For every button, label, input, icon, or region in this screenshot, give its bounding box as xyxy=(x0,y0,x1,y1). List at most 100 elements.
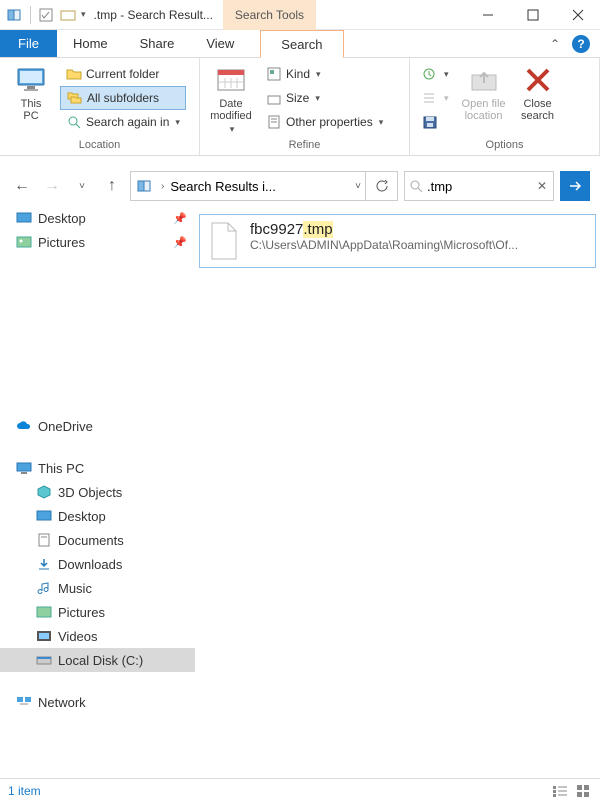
cube-icon xyxy=(36,484,52,500)
qat-newfolder-icon[interactable] xyxy=(59,6,77,24)
nav-network[interactable]: Network xyxy=(0,690,195,714)
nav-item-label: Desktop xyxy=(38,211,86,226)
network-icon xyxy=(16,694,32,710)
size-button[interactable]: Size ▾ xyxy=(260,86,389,110)
this-pc-label: This PC xyxy=(21,98,42,122)
chevron-down-icon: ▾ xyxy=(316,69,321,80)
refresh-button[interactable] xyxy=(366,171,398,201)
search-icon xyxy=(409,179,423,193)
status-count: 1 item xyxy=(8,784,41,798)
file-icon xyxy=(208,221,240,261)
other-properties-button[interactable]: Other properties ▾ xyxy=(260,110,389,134)
all-subfolders-label: All subfolders xyxy=(87,91,159,105)
nav-desktop-2[interactable]: Desktop xyxy=(0,504,195,528)
nav-documents[interactable]: Documents xyxy=(0,528,195,552)
chevron-right-icon[interactable]: › xyxy=(161,181,164,192)
nav-item-label: Pictures xyxy=(58,605,105,620)
maximize-button[interactable] xyxy=(510,0,555,30)
tab-search[interactable]: Search xyxy=(260,30,343,58)
close-search-button[interactable]: Close search xyxy=(513,62,563,122)
back-button[interactable]: ← xyxy=(10,174,34,198)
navigation-pane[interactable]: Desktop 📌 Pictures 📌 OneDrive This PC 3D… xyxy=(0,206,195,776)
recent-searches-button[interactable]: ▾ xyxy=(416,62,455,86)
result-item[interactable]: fbc9927.tmp C:\Users\ADMIN\AppData\Roami… xyxy=(199,214,596,268)
nav-item-label: Desktop xyxy=(58,509,106,524)
advanced-options-button[interactable]: ▾ xyxy=(416,86,455,110)
chevron-down-icon: ▾ xyxy=(444,69,449,80)
desktop-icon xyxy=(16,210,32,226)
nav-music[interactable]: Music xyxy=(0,576,195,600)
tab-share[interactable]: Share xyxy=(124,30,191,57)
monitor-icon xyxy=(16,460,32,476)
size-label: Size xyxy=(286,91,309,105)
details-view-icon[interactable] xyxy=(552,784,568,798)
tab-home[interactable]: Home xyxy=(57,30,124,57)
kind-icon xyxy=(266,66,282,82)
search-again-button[interactable]: Search again in ▾ xyxy=(60,110,186,134)
nav-item-label: OneDrive xyxy=(38,419,93,434)
collapse-ribbon-icon[interactable]: ⌃ xyxy=(550,37,560,51)
thumbnails-view-icon[interactable] xyxy=(576,784,592,798)
up-button[interactable]: ↑ xyxy=(100,174,124,198)
document-icon xyxy=(36,532,52,548)
chevron-down-icon: ▾ xyxy=(175,117,180,128)
nav-this-pc[interactable]: This PC xyxy=(0,456,195,480)
address-text: Search Results i... xyxy=(170,179,276,194)
nav-pictures[interactable]: Pictures 📌 xyxy=(0,230,195,254)
search-query: .tmp xyxy=(427,179,452,194)
nav-downloads[interactable]: Downloads xyxy=(0,552,195,576)
folder-icon xyxy=(135,178,155,194)
nav-item-label: Downloads xyxy=(58,557,122,572)
nav-onedrive[interactable]: OneDrive xyxy=(0,414,195,438)
download-icon xyxy=(36,556,52,572)
close-search-label: Close search xyxy=(521,98,554,122)
size-icon xyxy=(266,90,282,106)
desktop-icon xyxy=(36,508,52,524)
nav-item-label: Pictures xyxy=(38,235,85,250)
save-search-button[interactable] xyxy=(416,110,455,134)
results-pane[interactable]: fbc9927.tmp C:\Users\ADMIN\AppData\Roami… xyxy=(195,206,600,776)
address-dropdown-icon[interactable]: ˅ xyxy=(355,181,361,192)
nav-videos[interactable]: Videos xyxy=(0,624,195,648)
open-location-icon xyxy=(468,64,500,96)
this-pc-button[interactable]: This PC xyxy=(6,62,56,122)
nav-local-disk[interactable]: Local Disk (C:) xyxy=(0,648,195,672)
help-icon[interactable]: ? xyxy=(572,35,590,53)
chevron-down-icon: ▾ xyxy=(230,124,235,135)
filename-highlight: .tmp xyxy=(303,221,332,238)
tab-view[interactable]: View xyxy=(190,30,250,57)
nav-item-label: Local Disk (C:) xyxy=(58,653,143,668)
pictures-icon xyxy=(16,234,32,250)
qat-properties-icon[interactable] xyxy=(37,6,55,24)
all-subfolders-button[interactable]: All subfolders xyxy=(60,86,186,110)
qat-dropdown-icon[interactable]: ▾ xyxy=(81,9,86,20)
nav-item-label: Music xyxy=(58,581,92,596)
close-icon xyxy=(522,64,554,96)
nav-pictures-2[interactable]: Pictures xyxy=(0,600,195,624)
recent-locations-button[interactable]: ˅ xyxy=(70,174,94,198)
search-go-button[interactable] xyxy=(560,171,590,201)
search-input[interactable]: .tmp ✕ xyxy=(404,171,554,201)
file-tab[interactable]: File xyxy=(0,30,57,57)
address-bar[interactable]: › Search Results i... ˅ xyxy=(130,171,366,201)
clear-search-button[interactable]: ✕ xyxy=(535,179,549,193)
nav-3d-objects[interactable]: 3D Objects xyxy=(0,480,195,504)
context-tab-label: Search Tools xyxy=(223,0,316,30)
minimize-button[interactable] xyxy=(465,0,510,30)
kind-button[interactable]: Kind ▾ xyxy=(260,62,389,86)
other-properties-label: Other properties xyxy=(286,115,373,129)
nav-desktop[interactable]: Desktop 📌 xyxy=(0,206,195,230)
group-location-label: Location xyxy=(6,139,193,153)
pin-icon: 📌 xyxy=(173,236,187,249)
close-button[interactable] xyxy=(555,0,600,30)
pin-icon: 📌 xyxy=(173,212,187,225)
open-file-location-button: Open file location xyxy=(459,62,509,122)
result-path: C:\Users\ADMIN\AppData\Roaming\Microsoft… xyxy=(250,238,518,252)
music-icon xyxy=(36,580,52,596)
nav-item-label: Videos xyxy=(58,629,98,644)
group-options-label: Options xyxy=(416,139,593,153)
save-icon xyxy=(422,114,438,130)
date-modified-button[interactable]: Date modified ▾ xyxy=(206,62,256,135)
group-refine-label: Refine xyxy=(206,139,403,153)
current-folder-button[interactable]: Current folder xyxy=(60,62,186,86)
